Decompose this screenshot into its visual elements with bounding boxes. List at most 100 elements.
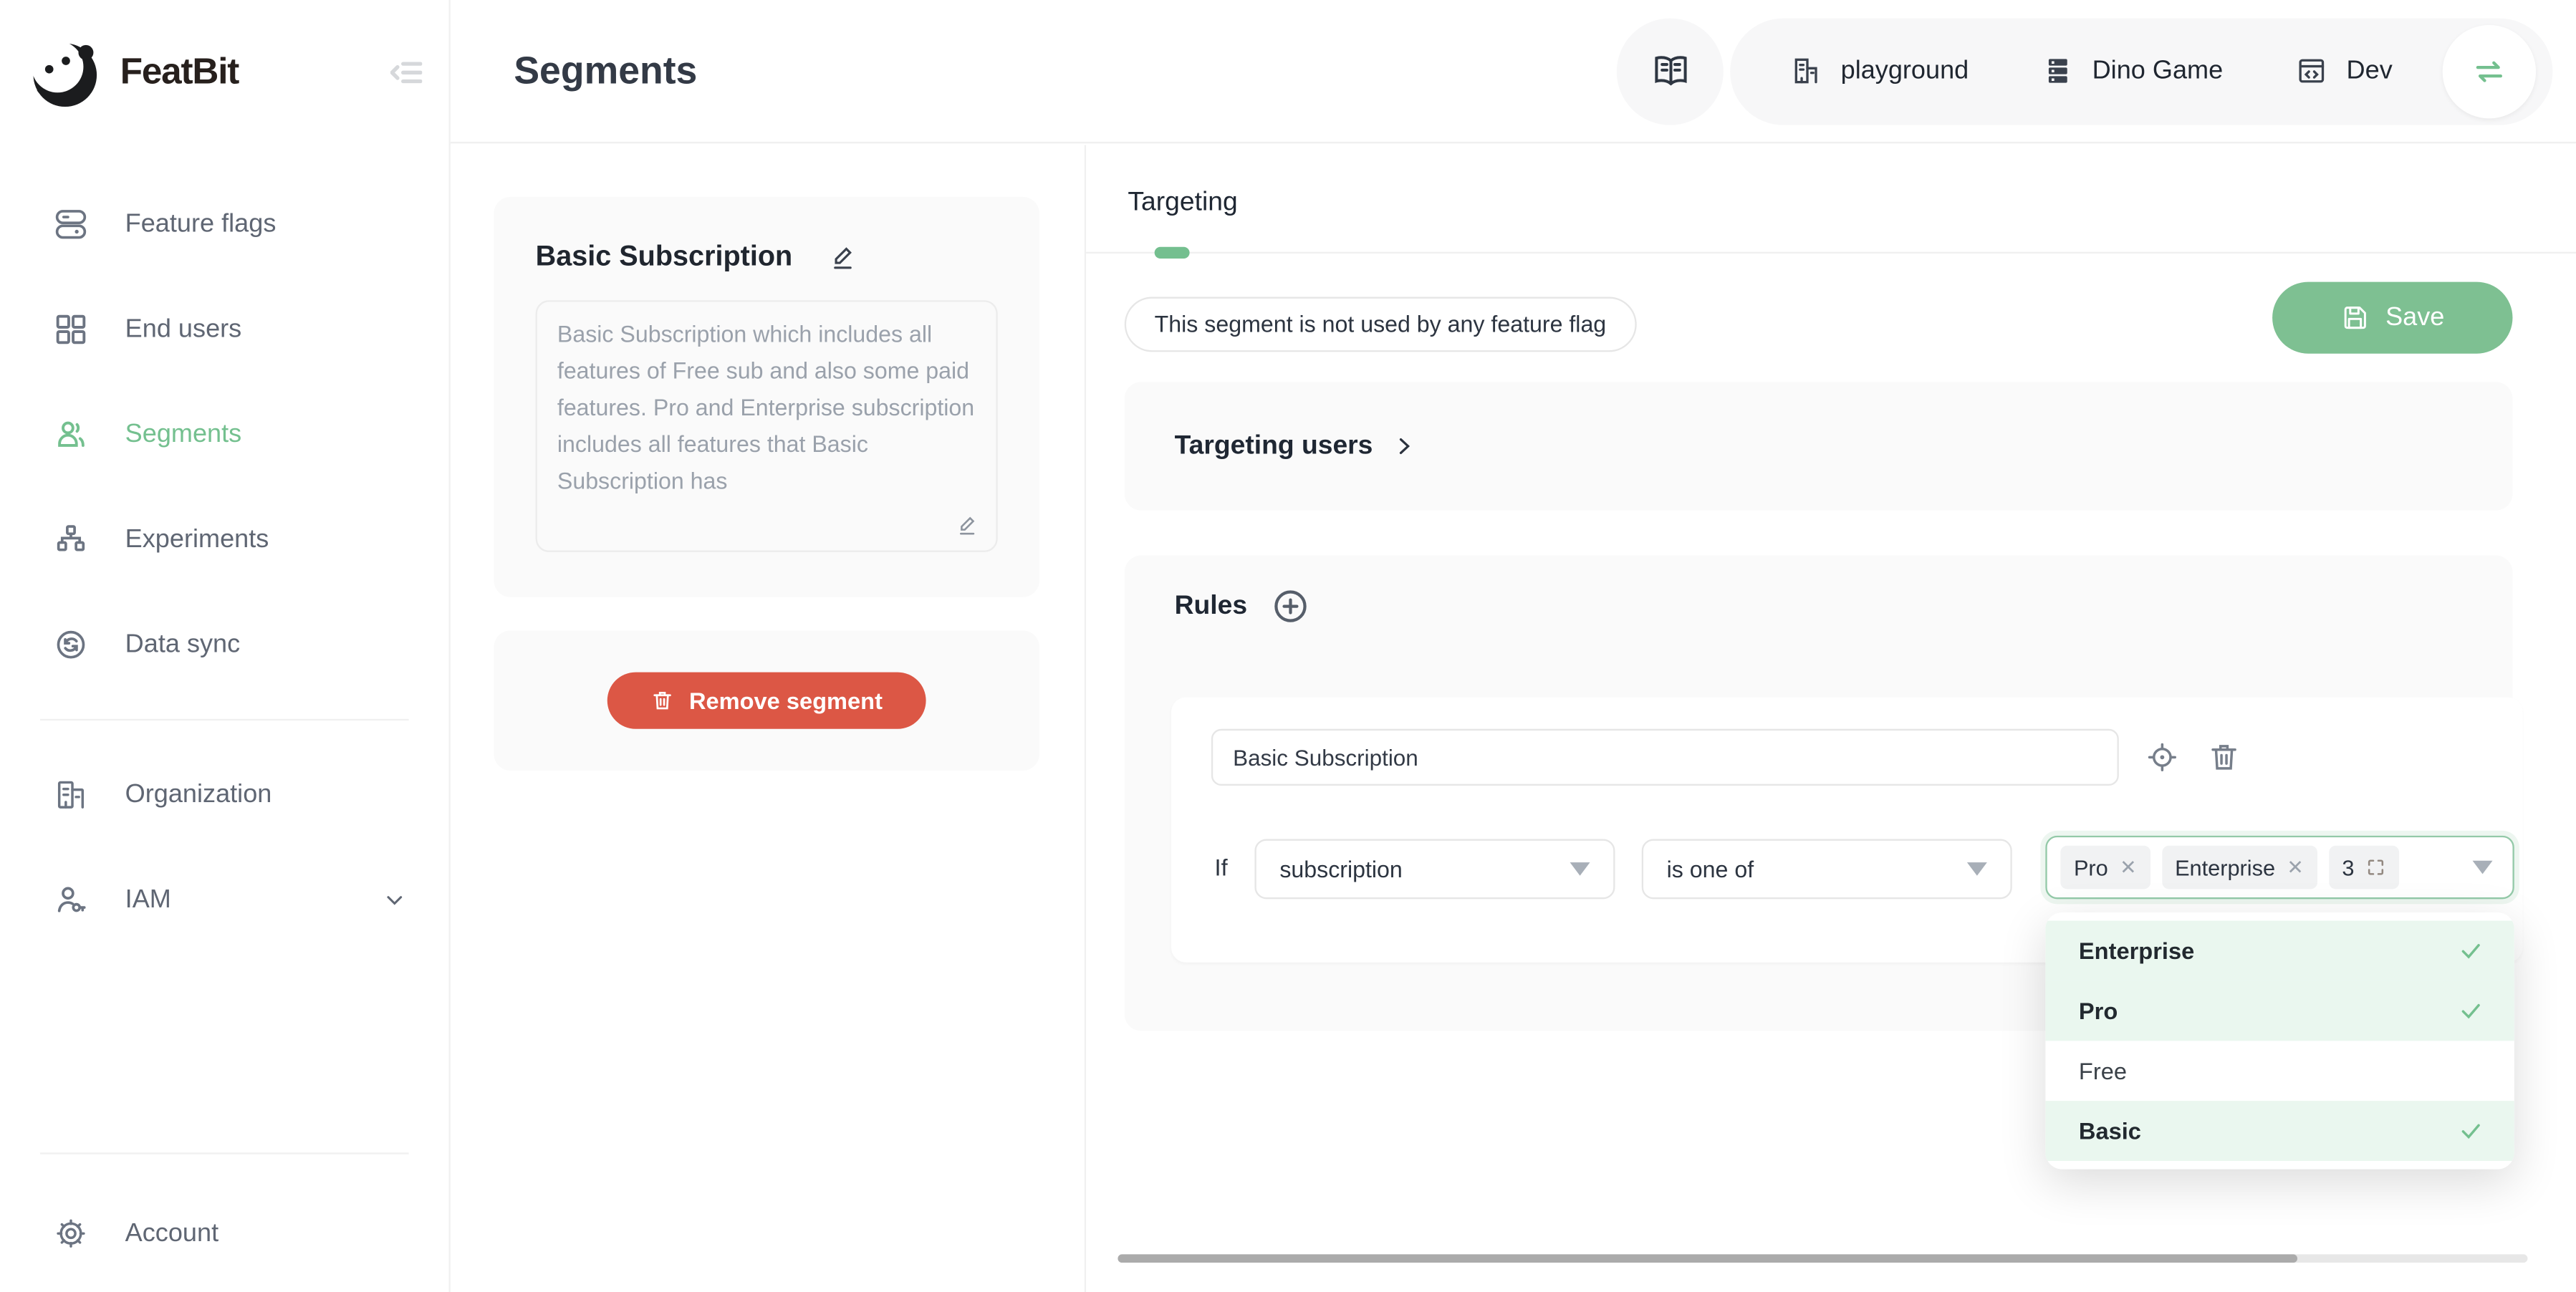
values-multiselect[interactable]: Pro ✕ Enterprise ✕ 3	[2045, 836, 2514, 900]
segment-info-card: Basic Subscription Basic Subscription wh…	[494, 197, 1039, 597]
content: Basic Subscription Basic Subscription wh…	[451, 145, 2576, 1292]
targeting-users-section[interactable]: Targeting users	[1125, 382, 2513, 510]
sidebar-item-experiments[interactable]: Experiments	[0, 487, 449, 592]
iam-icon	[54, 882, 89, 917]
edit-name-icon[interactable]	[829, 243, 857, 271]
dropdown-option-label: Free	[2079, 1058, 2127, 1084]
docs-button[interactable]	[1618, 17, 1724, 124]
segment-description-text: Basic Subscription which includes all fe…	[557, 322, 974, 493]
workspace-name: playground	[1841, 56, 1969, 86]
sidebar-divider	[40, 719, 409, 720]
data-sync-icon	[54, 627, 89, 662]
remove-segment-button[interactable]: Remove segment	[607, 672, 926, 729]
scrollbar-thumb[interactable]	[1118, 1254, 2297, 1263]
sidebar-item-segments[interactable]: Segments	[0, 382, 449, 487]
values-dropdown: Enterprise Pro Free Basic	[2045, 912, 2514, 1170]
project-name: Dino Game	[2092, 56, 2224, 86]
segment-name: Basic Subscription	[536, 240, 793, 274]
switch-environment-button[interactable]	[2443, 24, 2536, 117]
brand-name: FeatBit	[120, 50, 239, 94]
value-tag-label: Enterprise	[2175, 855, 2275, 880]
segment-detail-panel: Basic Subscription Basic Subscription wh…	[451, 145, 1086, 1292]
caret-down-icon	[1570, 862, 1590, 876]
sidebar-item-iam[interactable]: IAM	[0, 847, 449, 953]
active-tab-indicator	[1155, 247, 1190, 259]
sidebar-bottom: Account	[0, 1130, 449, 1292]
remove-value-icon[interactable]: ✕	[2287, 856, 2303, 879]
sidebar-item-label: Account	[125, 1219, 218, 1249]
project-item[interactable]: Dino Game	[2042, 55, 2223, 87]
save-icon	[2340, 304, 2369, 332]
chevron-right-icon	[1391, 434, 1416, 459]
targeting-users-label: Targeting users	[1175, 431, 1373, 461]
value-tag-label: Pro	[2074, 855, 2108, 880]
sidebar: FeatBit Feature flags	[0, 0, 451, 1292]
value-tag[interactable]: Enterprise ✕	[2161, 846, 2317, 890]
sidebar-item-label: IAM	[125, 885, 171, 915]
sidebar-item-data-sync[interactable]: Data sync	[0, 592, 449, 698]
caret-down-icon	[2473, 861, 2493, 874]
organization-icon	[54, 777, 89, 812]
sidebar-item-label: Data sync	[125, 630, 241, 660]
operator-select[interactable]: is one of	[1642, 839, 2012, 899]
experiments-icon	[54, 522, 89, 557]
caret-down-icon	[1967, 862, 1987, 876]
dropdown-option[interactable]: Pro	[2045, 980, 2514, 1041]
dropdown-option-label: Basic	[2079, 1117, 2141, 1144]
remove-segment-label: Remove segment	[689, 688, 883, 714]
check-icon	[2458, 998, 2484, 1024]
trash-icon	[650, 689, 674, 713]
sidebar-item-organization[interactable]: Organization	[0, 742, 449, 847]
property-select[interactable]: subscription	[1254, 839, 1615, 899]
dropdown-option[interactable]: Enterprise	[2045, 921, 2514, 981]
sidebar-item-label: Feature flags	[125, 209, 277, 239]
sidebar-item-account[interactable]: Account	[0, 1175, 449, 1292]
segment-description: Basic Subscription which includes all fe…	[536, 300, 998, 552]
value-tag[interactable]: Pro ✕	[2060, 846, 2150, 890]
sidebar-divider	[40, 1152, 409, 1153]
header-controls: playground	[1618, 17, 2553, 124]
environment-icon	[2297, 55, 2328, 87]
more-values-count: 3	[2342, 855, 2354, 880]
rule-name-input[interactable]	[1211, 729, 2119, 786]
crosshair-icon[interactable]	[2145, 741, 2179, 774]
more-values-tag[interactable]: 3	[2329, 846, 2400, 890]
if-label: If	[1215, 854, 1228, 880]
sidebar-item-end-users[interactable]: End users	[0, 277, 449, 382]
page-header: Segments	[451, 0, 2576, 143]
tab-targeting[interactable]: Targeting	[1128, 188, 1237, 218]
sidebar-item-label: End users	[125, 314, 242, 344]
expand-values-icon[interactable]	[2366, 857, 2386, 877]
sidebar-nav: Feature flags End users	[0, 143, 449, 1292]
app-root: FeatBit Feature flags	[0, 0, 2576, 1292]
rules-label: Rules	[1175, 592, 1247, 622]
sidebar-item-label: Experiments	[125, 524, 269, 554]
dropdown-option[interactable]: Basic	[2045, 1101, 2514, 1161]
environment-item[interactable]: Dev	[2297, 55, 2393, 87]
dropdown-option[interactable]: Free	[2045, 1041, 2514, 1101]
project-icon	[2042, 55, 2074, 87]
workspace-item[interactable]: playground	[1791, 55, 1969, 87]
featbit-logo-icon	[20, 34, 103, 110]
delete-rule-icon[interactable]	[2207, 741, 2241, 774]
segments-icon	[54, 417, 89, 452]
check-icon	[2458, 1117, 2484, 1144]
end-users-icon	[54, 312, 89, 347]
edit-description-icon[interactable]	[956, 514, 980, 537]
sidebar-item-label: Organization	[125, 780, 272, 810]
operator-value: is one of	[1667, 857, 1754, 882]
remove-value-icon[interactable]: ✕	[2120, 856, 2136, 879]
workspace-switcher: playground	[1731, 17, 2552, 124]
tab-divider	[1086, 252, 2576, 254]
page-title: Segments	[514, 49, 697, 94]
horizontal-scrollbar	[1118, 1254, 2527, 1263]
sidebar-item-feature-flags[interactable]: Feature flags	[0, 172, 449, 277]
sidebar-item-label: Segments	[125, 420, 242, 450]
targeting-panel: Targeting This segment is not used by an…	[1086, 145, 2576, 1292]
save-button[interactable]: Save	[2272, 282, 2512, 354]
add-rule-icon[interactable]	[1271, 587, 1309, 626]
gear-icon	[54, 1216, 89, 1251]
collapse-sidebar-icon[interactable]	[390, 56, 422, 87]
workspace-icon	[1791, 55, 1822, 87]
property-value: subscription	[1279, 857, 1402, 882]
